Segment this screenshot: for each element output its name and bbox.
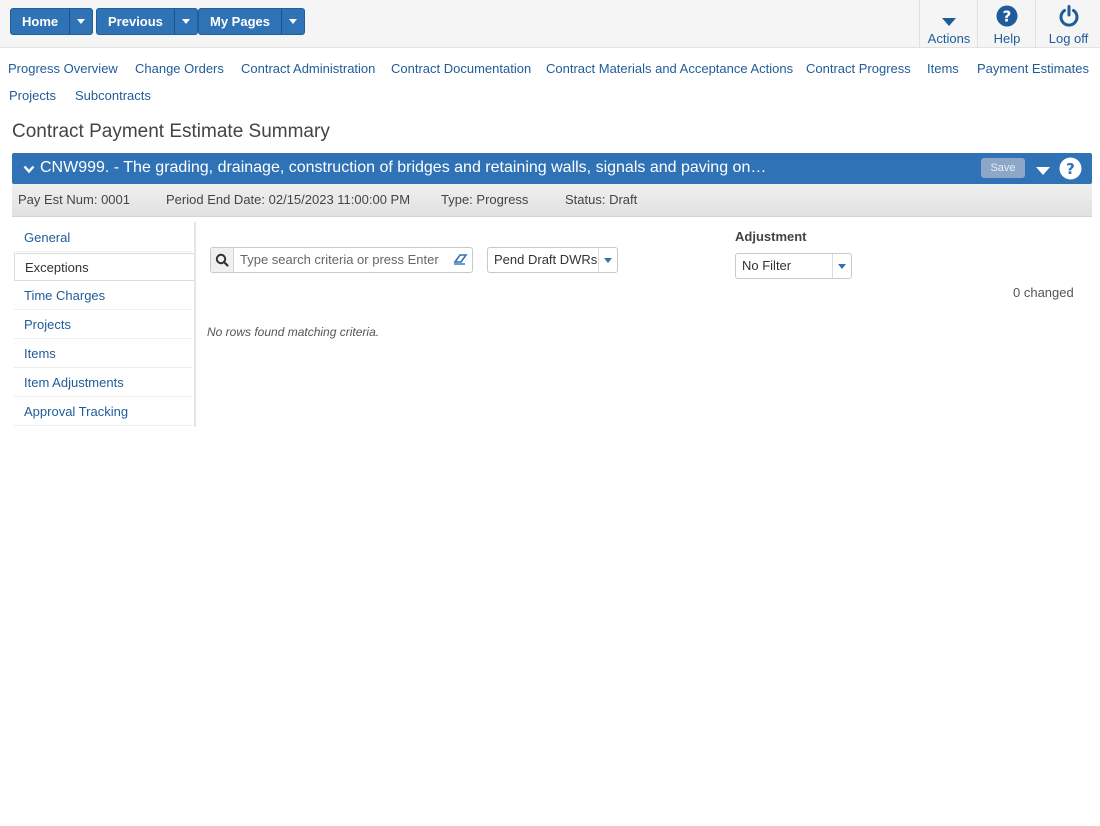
power-icon — [1036, 0, 1100, 27]
help-label: Help — [993, 31, 1021, 46]
sidebar-item-exceptions[interactable]: Exceptions — [14, 253, 194, 281]
svg-text:?: ? — [1066, 160, 1075, 178]
adjustment-filter-dropdown[interactable]: No Filter — [735, 253, 852, 279]
header-help-icon[interactable]: ? — [1059, 157, 1082, 183]
page-title: Contract Payment Estimate Summary — [12, 121, 330, 142]
link-payment-estimates[interactable]: Payment Estimates — [977, 61, 1089, 76]
link-contract-documentation[interactable]: Contract Documentation — [391, 61, 531, 76]
link-contract-materials[interactable]: Contract Materials and Acceptance Action… — [546, 61, 793, 76]
estimate-info-bar: Pay Est Num: 0001 Period End Date: 02/15… — [12, 184, 1092, 217]
chevron-down-icon[interactable] — [23, 162, 35, 177]
adjustment-label: Adjustment — [735, 229, 807, 244]
search-input[interactable] — [238, 251, 447, 268]
link-progress-overview[interactable]: Progress Overview — [8, 61, 118, 76]
sidebar-item-projects[interactable]: Projects — [14, 311, 192, 339]
actions-button[interactable]: Actions — [919, 0, 978, 47]
top-toolbar: Home Previous My Pages Actions ? Help Lo… — [0, 0, 1100, 48]
eraser-icon[interactable] — [448, 248, 472, 272]
link-projects[interactable]: Projects — [9, 88, 56, 103]
link-contract-administration[interactable]: Contract Administration — [241, 61, 375, 76]
actions-label: Actions — [927, 31, 971, 46]
save-button[interactable]: Save — [981, 158, 1025, 178]
caret-down-icon — [920, 0, 978, 27]
previous-dropdown-icon[interactable] — [173, 9, 197, 34]
my-pages-button[interactable]: My Pages — [199, 9, 281, 34]
sidebar-item-items[interactable]: Items — [14, 340, 192, 368]
chevron-down-icon — [832, 254, 851, 278]
header-menu-icon[interactable] — [1035, 164, 1051, 179]
previous-button[interactable]: Previous — [97, 9, 174, 34]
adjustment-filter-value: No Filter — [742, 258, 792, 273]
changed-count: 0 changed — [1013, 285, 1074, 300]
sidebar-item-approval-tracking[interactable]: Approval Tracking — [14, 398, 192, 426]
logoff-button[interactable]: Log off — [1035, 0, 1100, 47]
sidebar-item-time-charges[interactable]: Time Charges — [14, 282, 192, 310]
search-box — [210, 247, 473, 273]
link-items[interactable]: Items — [927, 61, 959, 76]
my-pages-dropdown-icon[interactable] — [280, 9, 304, 34]
link-subcontracts[interactable]: Subcontracts — [75, 88, 151, 103]
link-change-orders[interactable]: Change Orders — [135, 61, 224, 76]
help-button[interactable]: ? Help — [977, 0, 1036, 47]
pend-draft-dwrs-value: Pend Draft DWRs — [494, 252, 598, 267]
help-icon: ? — [978, 0, 1036, 27]
svg-text:?: ? — [1003, 8, 1012, 26]
home-dropdown-icon[interactable] — [69, 9, 92, 34]
home-button-group: Home — [10, 8, 94, 35]
previous-button-group: Previous — [96, 8, 198, 35]
my-pages-button-group: My Pages — [198, 8, 305, 35]
estimate-type: Type: Progress — [441, 192, 529, 207]
sidebar-item-item-adjustments[interactable]: Item Adjustments — [14, 369, 192, 397]
section-sidebar: General Exceptions Time Charges Projects… — [14, 222, 196, 427]
chevron-down-icon — [598, 248, 617, 272]
search-icon[interactable] — [211, 248, 234, 272]
pend-draft-dwrs-dropdown[interactable]: Pend Draft DWRs — [487, 247, 618, 273]
period-end-date: Period End Date: 02/15/2023 11:00:00 PM — [166, 192, 411, 207]
estimate-status: Status: Draft — [565, 192, 638, 207]
contract-header-bar: CNW999. - The grading, drainage, constru… — [12, 153, 1092, 184]
logoff-label: Log off — [1048, 31, 1089, 46]
contract-header-text[interactable]: CNW999. - The grading, drainage, constru… — [40, 159, 766, 177]
no-rows-message: No rows found matching criteria. — [207, 325, 380, 339]
sidebar-item-general[interactable]: General — [14, 224, 192, 252]
pay-est-num: Pay Est Num: 0001 — [18, 192, 130, 207]
link-contract-progress[interactable]: Contract Progress — [806, 61, 911, 76]
home-button[interactable]: Home — [11, 9, 69, 34]
